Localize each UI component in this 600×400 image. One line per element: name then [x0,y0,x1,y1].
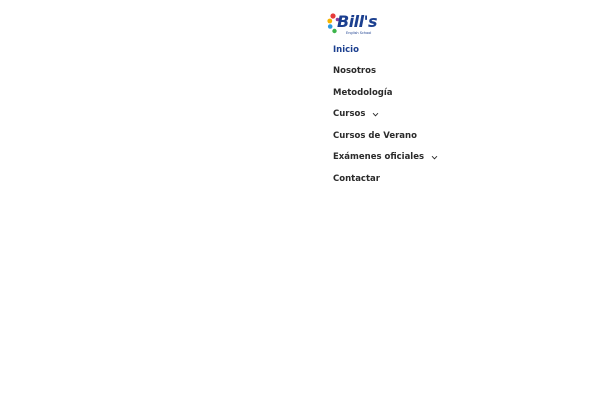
site-logo[interactable]: Bill's English School [327,12,378,38]
nav-item-inicio[interactable]: Inicio [333,39,438,61]
nav-item-contactar[interactable]: Contactar [333,168,438,190]
nav-item-nosotros[interactable]: Nosotros [333,61,438,83]
nav-item-label: Nosotros [333,66,377,77]
nav-item-label: Cursos [333,109,366,120]
nav-item-examenes-oficiales[interactable]: Exámenes oficiales [333,147,438,169]
nav-item-label: Cursos de Verano [333,130,417,141]
chevron-down-icon[interactable] [431,154,438,161]
nav-item-metodologia[interactable]: Metodología [333,82,438,104]
nav-item-label: Contactar [333,173,380,184]
nav-item-label: Metodología [333,87,393,98]
chevron-down-icon[interactable] [372,111,379,118]
nav-item-cursos[interactable]: Cursos [333,104,438,126]
nav-item-label: Exámenes oficiales [333,152,425,163]
logo-subtitle: English School [346,31,372,35]
logo-wordmark: Bill's [337,12,378,31]
nav-item-label: Inicio [333,44,359,55]
page: Bill's English School Inicio Nosotros Me… [0,0,600,400]
main-navigation: Inicio Nosotros Metodología Cursos Curso… [333,39,438,190]
nav-item-cursos-de-verano[interactable]: Cursos de Verano [333,125,438,147]
